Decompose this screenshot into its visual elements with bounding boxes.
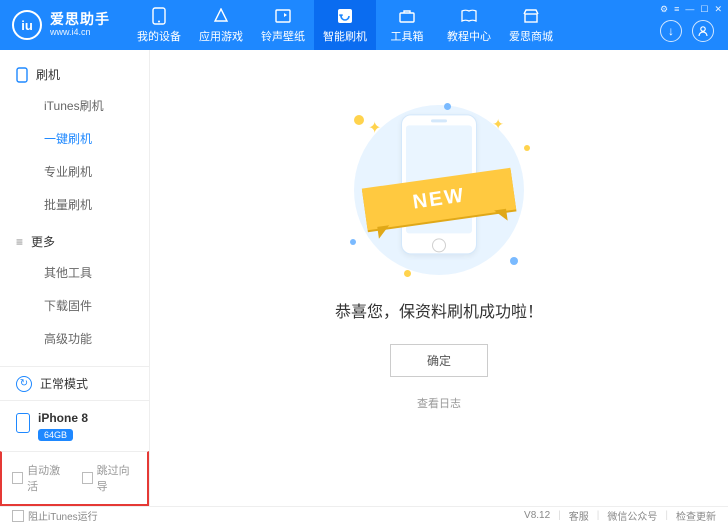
nav-label: 我的设备: [137, 28, 181, 44]
success-message: 恭喜您，保资料刷机成功啦！: [335, 298, 543, 322]
close-icon[interactable]: ✕: [714, 4, 722, 15]
nav-label: 智能刷机: [323, 28, 367, 44]
device-panel[interactable]: iPhone 8 64GB: [0, 400, 149, 451]
status-bar: 阻止iTunes运行 V8.12 | 客服 | 微信公众号 | 检查更新: [0, 506, 728, 524]
window-controls: ⚙ ≡ — ☐ ✕: [660, 4, 722, 15]
device-mode[interactable]: ↻ 正常模式: [0, 366, 149, 400]
book-icon: [460, 7, 478, 25]
header-right: ↓: [660, 20, 714, 42]
checkbox-label: 阻止iTunes运行: [28, 508, 98, 523]
wallpaper-icon: [274, 7, 292, 25]
device-phone-icon: [16, 413, 30, 433]
group-label: 更多: [31, 233, 55, 250]
phone-icon: [16, 67, 28, 83]
sidebar-group-flash: 刷机: [0, 60, 149, 89]
checkbox-auto-activate[interactable]: 自动激活: [12, 462, 68, 494]
minimize-icon[interactable]: —: [685, 4, 694, 15]
sidebar-group-more: ≡ 更多: [0, 227, 149, 256]
checkbox-block-itunes[interactable]: 阻止iTunes运行: [12, 508, 98, 523]
nav-label: 爱思商城: [509, 28, 553, 44]
nav-toolbox[interactable]: 工具箱: [376, 0, 438, 50]
top-nav: 我的设备 应用游戏 铃声壁纸 智能刷机 工具箱 教程中心 爱思商城: [128, 0, 562, 50]
nav-apps[interactable]: 应用游戏: [190, 0, 252, 50]
view-log-link[interactable]: 查看日志: [417, 395, 461, 411]
sparkle-icon: ✦: [492, 116, 504, 133]
sidebar-item-oneclick-flash[interactable]: 一键刷机: [0, 122, 149, 155]
apps-icon: [212, 7, 230, 25]
options-box: 自动激活 跳过向导: [0, 451, 149, 506]
mode-label: 正常模式: [40, 375, 88, 392]
checkbox-icon: [12, 472, 23, 484]
group-label: 刷机: [36, 66, 60, 83]
nav-my-device[interactable]: 我的设备: [128, 0, 190, 50]
nav-flash[interactable]: 智能刷机: [314, 0, 376, 50]
success-illustration: ✦ ✦ NEW: [324, 100, 554, 280]
nav-tutorials[interactable]: 教程中心: [438, 0, 500, 50]
store-icon: [522, 7, 540, 25]
ok-button[interactable]: 确定: [390, 344, 488, 377]
brand-name: 爱思助手: [50, 12, 110, 27]
sidebar-item-itunes-flash[interactable]: iTunes刷机: [0, 89, 149, 122]
more-icon: ≡: [16, 235, 23, 249]
brand-url: www.i4.cn: [50, 28, 110, 38]
version-label: V8.12: [524, 510, 550, 521]
toolbox-icon: [398, 7, 416, 25]
nav-label: 应用游戏: [199, 28, 243, 44]
refresh-icon: ↻: [16, 376, 32, 392]
sidebar-item-other-tools[interactable]: 其他工具: [0, 256, 149, 289]
sparkle-icon: ✦: [368, 118, 381, 138]
flash-icon: [336, 7, 354, 25]
sidebar-item-advanced[interactable]: 高级功能: [0, 322, 149, 355]
nav-store[interactable]: 爱思商城: [500, 0, 562, 50]
logo-icon: iu: [12, 10, 42, 40]
maximize-icon[interactable]: ☐: [700, 4, 708, 15]
checkbox-label: 自动激活: [27, 462, 67, 494]
menu-icon[interactable]: ≡: [674, 4, 679, 15]
titlebar: iu 爱思助手 www.i4.cn 我的设备 应用游戏 铃声壁纸 智能刷机 工具…: [0, 0, 728, 50]
logo: iu 爱思助手 www.i4.cn: [0, 10, 110, 40]
nav-label: 铃声壁纸: [261, 28, 305, 44]
support-link[interactable]: 客服: [569, 508, 589, 523]
settings-icon[interactable]: ⚙: [660, 4, 668, 15]
device-icon: [150, 7, 168, 25]
checkbox-label: 跳过向导: [97, 462, 137, 494]
main-content: ✦ ✦ NEW 恭喜您，保资料刷机成功啦！ 确定 查看日志: [150, 50, 728, 506]
checkbox-icon: [12, 510, 24, 522]
sidebar-item-download-firmware[interactable]: 下载固件: [0, 289, 149, 322]
sidebar: 刷机 iTunes刷机 一键刷机 专业刷机 批量刷机 ≡ 更多 其他工具 下载固…: [0, 50, 150, 506]
device-storage-badge: 64GB: [38, 429, 73, 441]
sidebar-item-batch-flash[interactable]: 批量刷机: [0, 188, 149, 221]
checkbox-icon: [82, 472, 93, 484]
nav-label: 工具箱: [391, 28, 424, 44]
nav-ringtones[interactable]: 铃声壁纸: [252, 0, 314, 50]
download-icon[interactable]: ↓: [660, 20, 682, 42]
update-link[interactable]: 检查更新: [676, 508, 716, 523]
sidebar-item-pro-flash[interactable]: 专业刷机: [0, 155, 149, 188]
checkbox-skip-guide[interactable]: 跳过向导: [82, 462, 138, 494]
wechat-link[interactable]: 微信公众号: [607, 508, 657, 523]
nav-label: 教程中心: [447, 28, 491, 44]
user-icon[interactable]: [692, 20, 714, 42]
device-name: iPhone 8: [38, 411, 88, 425]
